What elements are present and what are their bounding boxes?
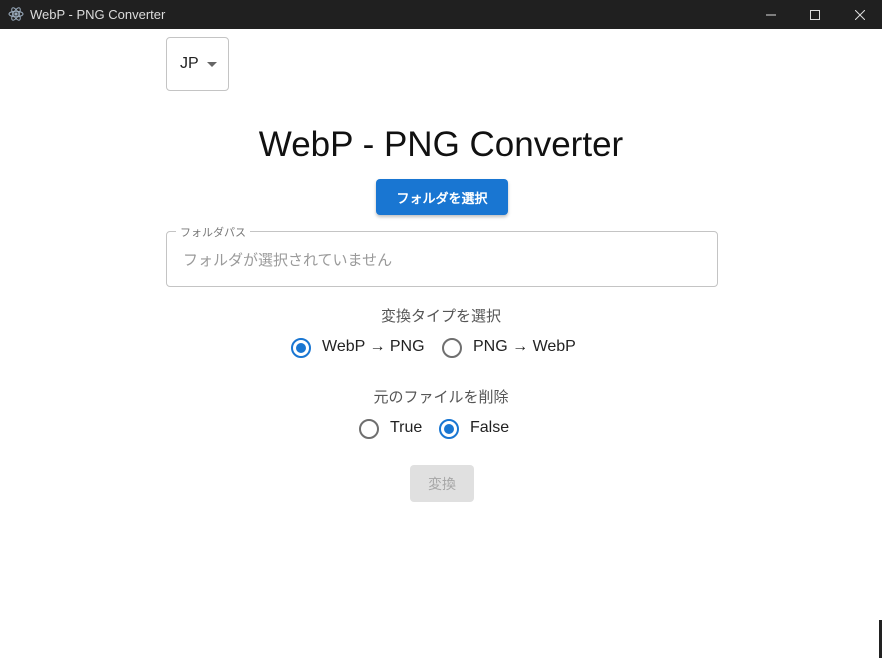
radio-label-false[interactable]: False [470,419,509,437]
caret-down-icon [207,62,217,67]
minimize-icon [766,14,776,15]
radio-label-webp-to-png[interactable]: WebP → PNG [322,338,425,356]
maximize-icon [810,9,820,20]
delete-original-group: True False [0,417,882,441]
conversion-type-group: WebP → PNG PNG → WebP [0,336,882,360]
delete-original-label: 元のファイルを削除 [373,388,509,406]
minimize-button[interactable] [748,0,794,29]
convert-button[interactable]: 変換 [410,465,474,502]
conversion-type-label: 変換タイプを選択 [380,307,501,325]
select-folder-button[interactable]: フォルダを選択 [376,179,508,215]
radio-label-png-to-webp[interactable]: PNG → WebP [473,338,576,356]
radio-true[interactable] [359,419,379,439]
window-title: WebP - PNG Converter [30,7,166,22]
folder-path-input[interactable] [181,247,705,273]
radio-png-to-webp[interactable] [442,338,462,358]
close-button[interactable] [837,0,882,29]
close-icon [855,9,865,20]
language-value: JP [180,55,199,72]
folder-path-label: フォルダパス [176,224,250,240]
maximize-button[interactable] [792,0,838,29]
electron-app-icon [8,6,24,22]
window-titlebar: WebP - PNG Converter [0,0,882,29]
folder-path-field[interactable]: フォルダパス [166,224,718,287]
radio-false[interactable] [439,419,459,439]
radio-webp-to-png[interactable] [291,338,311,358]
radio-label-true[interactable]: True [390,419,422,437]
page-title: WebP - PNG Converter [258,125,624,164]
language-select[interactable]: JP [166,37,229,91]
